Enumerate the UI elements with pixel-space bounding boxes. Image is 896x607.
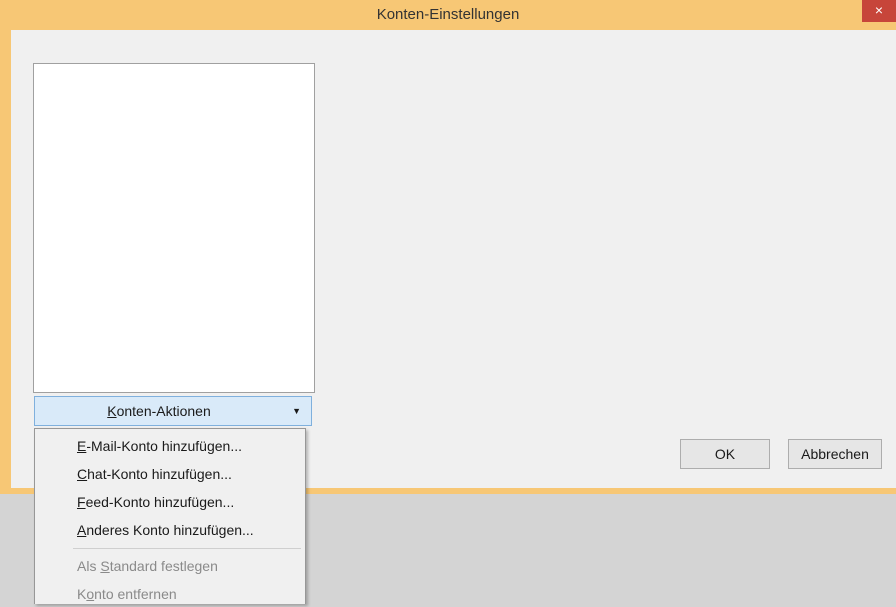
menu-item-remove-account[interactable]: Konto entfernen [77,581,177,607]
account-settings-window: Konten-Einstellungen × Konten-Aktionen ▼… [0,0,896,494]
menu-item-add-chat-account[interactable]: Chat-Konto hinzufügen... [77,461,232,487]
account-actions-menu: E-Mail-Konto hinzufügen... Chat-Konto hi… [34,428,306,604]
menu-item-add-feed-account[interactable]: Feed-Konto hinzufügen... [77,489,234,515]
account-actions-label: Konten-Aktionen [107,403,211,419]
dropdown-arrow-icon[interactable]: ▼ [292,397,301,425]
account-tree[interactable] [33,63,315,393]
window-title: Konten-Einstellungen [376,6,520,23]
menu-separator [73,548,301,549]
title-bar[interactable]: Konten-Einstellungen × [0,0,896,30]
menu-item-add-other-account[interactable]: Anderes Konto hinzufügen... [77,517,254,543]
menu-item-add-email-account[interactable]: E-Mail-Konto hinzufügen... [77,433,242,459]
cancel-button[interactable]: Abbrechen [788,439,882,469]
menu-item-set-default[interactable]: Als Standard festlegen [77,553,218,579]
dialog-body: Konten-Aktionen ▼ OK Abbrechen [11,30,896,488]
ok-button[interactable]: OK [680,439,770,469]
close-button[interactable]: × [862,0,896,22]
close-icon: × [874,2,884,18]
account-actions-button[interactable]: Konten-Aktionen ▼ [34,396,312,426]
